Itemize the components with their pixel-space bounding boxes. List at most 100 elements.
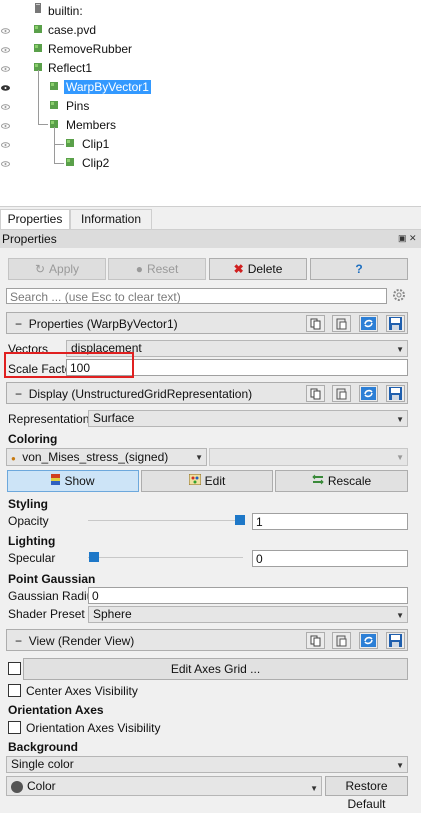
delete-icon: ✖	[233, 262, 244, 276]
delete-button[interactable]: ✖ Delete	[209, 258, 307, 280]
opacity-value: 1	[256, 515, 263, 529]
shader-preset-label: Shader Preset	[8, 607, 85, 621]
paste-icon[interactable]	[332, 315, 351, 332]
background-select[interactable]: Single color ▼	[6, 756, 408, 773]
edit-colormap-button[interactable]: Edit	[141, 470, 273, 492]
refresh-icon[interactable]	[359, 632, 378, 649]
search-input[interactable]: Search ... (use Esc to clear text)	[6, 288, 387, 304]
filter-icon	[66, 155, 74, 166]
eye-icon[interactable]	[1, 47, 10, 53]
eye-icon[interactable]	[1, 85, 10, 91]
panel-title: Properties	[2, 232, 57, 246]
copy-icon[interactable]	[306, 632, 325, 649]
background-header: Background	[8, 740, 79, 754]
color-swatch-icon	[11, 780, 23, 793]
copy-icon[interactable]	[306, 385, 325, 402]
pipeline-browser: builtin: case.pvd RemoveRubber Reflect1 …	[0, 0, 421, 207]
center-axes-label: Center Axes Visibility	[26, 684, 138, 698]
chevron-down-icon: ▼	[396, 611, 404, 620]
pipeline-item-clip2[interactable]: Clip2	[82, 156, 109, 170]
orientation-axes-checkbox[interactable]	[8, 721, 21, 734]
rescale-button[interactable]: Rescale	[275, 470, 408, 492]
gear-icon[interactable]	[392, 288, 406, 302]
pipeline-item-pins[interactable]: Pins	[66, 99, 89, 113]
filter-icon	[34, 41, 42, 52]
eye-icon[interactable]	[1, 161, 10, 167]
coloring-header: Coloring	[8, 432, 58, 446]
coloring-component-select[interactable]: ▼	[209, 448, 408, 466]
copy-icon[interactable]	[306, 315, 325, 332]
paste-icon[interactable]	[332, 632, 351, 649]
orientation-axes-label: Orientation Axes Visibility	[26, 721, 161, 735]
help-button[interactable]: ?	[310, 258, 408, 280]
tab-properties[interactable]: Properties	[0, 209, 70, 229]
lighting-header: Lighting	[8, 534, 56, 548]
opacity-input[interactable]: 1	[252, 513, 408, 530]
refresh-icon[interactable]	[359, 385, 378, 402]
chevron-down-icon: ▼	[310, 784, 318, 793]
collapse-icon: −	[15, 387, 23, 401]
gaussian-radius-label: Gaussian Radius	[8, 589, 100, 603]
filter-icon	[66, 136, 74, 147]
shader-preset-select[interactable]: Sphere ▼	[88, 606, 408, 623]
save-icon[interactable]	[386, 315, 405, 332]
gaussian-radius-value: 0	[92, 589, 99, 603]
eye-icon[interactable]	[1, 28, 10, 34]
help-label: ?	[355, 262, 363, 276]
chevron-down-icon: ▼	[195, 453, 203, 462]
representation-label: Representation	[8, 412, 90, 426]
pipeline-item-clip1[interactable]: Clip1	[82, 137, 109, 151]
eye-icon[interactable]	[1, 123, 10, 129]
restore-default-label: Restore Default	[345, 779, 388, 811]
refresh-icon[interactable]	[359, 315, 378, 332]
tree-line	[38, 124, 48, 125]
edit-axes-grid-button[interactable]: Edit Axes Grid ...	[23, 658, 408, 680]
specular-slider-track[interactable]	[88, 557, 243, 558]
show-button[interactable]: Show	[7, 470, 139, 492]
panel-header: Properties ▣ ✕	[0, 229, 421, 248]
tab-information[interactable]: Information	[70, 209, 152, 229]
restore-default-button[interactable]: Restore Default	[325, 776, 408, 811]
close-icon[interactable]: ✕	[409, 233, 417, 244]
eye-icon[interactable]	[1, 142, 10, 148]
eye-icon[interactable]	[1, 104, 10, 110]
float-icon[interactable]: ▣	[398, 233, 407, 244]
representation-select[interactable]: Surface ▼	[88, 410, 408, 427]
cube-icon	[34, 22, 42, 33]
paste-icon[interactable]	[332, 385, 351, 402]
tree-line	[54, 163, 64, 164]
properties-section-header[interactable]: − Properties (WarpByVector1)	[6, 312, 408, 334]
apply-button[interactable]: ↻ Apply	[8, 258, 106, 280]
specular-slider-handle[interactable]	[89, 552, 99, 562]
specular-input[interactable]: 0	[252, 550, 408, 567]
view-section-header[interactable]: − View (Render View)	[6, 629, 408, 651]
filter-icon	[50, 117, 58, 128]
reset-icon: ●	[135, 262, 143, 276]
reset-button[interactable]: ● Reset	[108, 258, 206, 280]
pipeline-item-members[interactable]: Members	[66, 118, 116, 132]
save-icon[interactable]	[386, 385, 405, 402]
orientation-axes-header: Orientation Axes	[8, 703, 104, 717]
pipeline-item-reflect1[interactable]: Reflect1	[48, 61, 92, 75]
display-section-label: − Display (UnstructuredGridRepresentatio…	[15, 387, 252, 401]
center-axes-checkbox[interactable]	[8, 684, 21, 697]
pipeline-item-removerubber[interactable]: RemoveRubber	[48, 42, 132, 56]
eye-icon[interactable]	[1, 66, 10, 72]
pipeline-item-builtin[interactable]: builtin:	[48, 4, 83, 18]
palette-icon	[188, 471, 202, 491]
edit-label: Edit	[204, 474, 226, 488]
axes-grid-checkbox[interactable]	[8, 662, 21, 675]
styling-header: Styling	[8, 497, 49, 511]
display-section-header[interactable]: − Display (UnstructuredGridRepresentatio…	[6, 382, 408, 404]
opacity-slider-track[interactable]	[88, 520, 243, 521]
pipeline-item-case-pvd[interactable]: case.pvd	[48, 23, 96, 37]
pipeline-item-warpbyvector1[interactable]: WarpByVector1	[64, 80, 151, 94]
specular-value: 0	[256, 552, 263, 566]
opacity-slider-handle[interactable]	[235, 515, 245, 525]
color-picker-button[interactable]: Color ▼	[6, 776, 322, 796]
gaussian-radius-input[interactable]: 0	[88, 587, 408, 604]
tree-line	[54, 144, 64, 145]
panel-tabs: Properties Information	[0, 209, 421, 229]
coloring-select[interactable]: ● von_Mises_stress_(signed) ▼	[6, 448, 207, 466]
save-icon[interactable]	[386, 632, 405, 649]
